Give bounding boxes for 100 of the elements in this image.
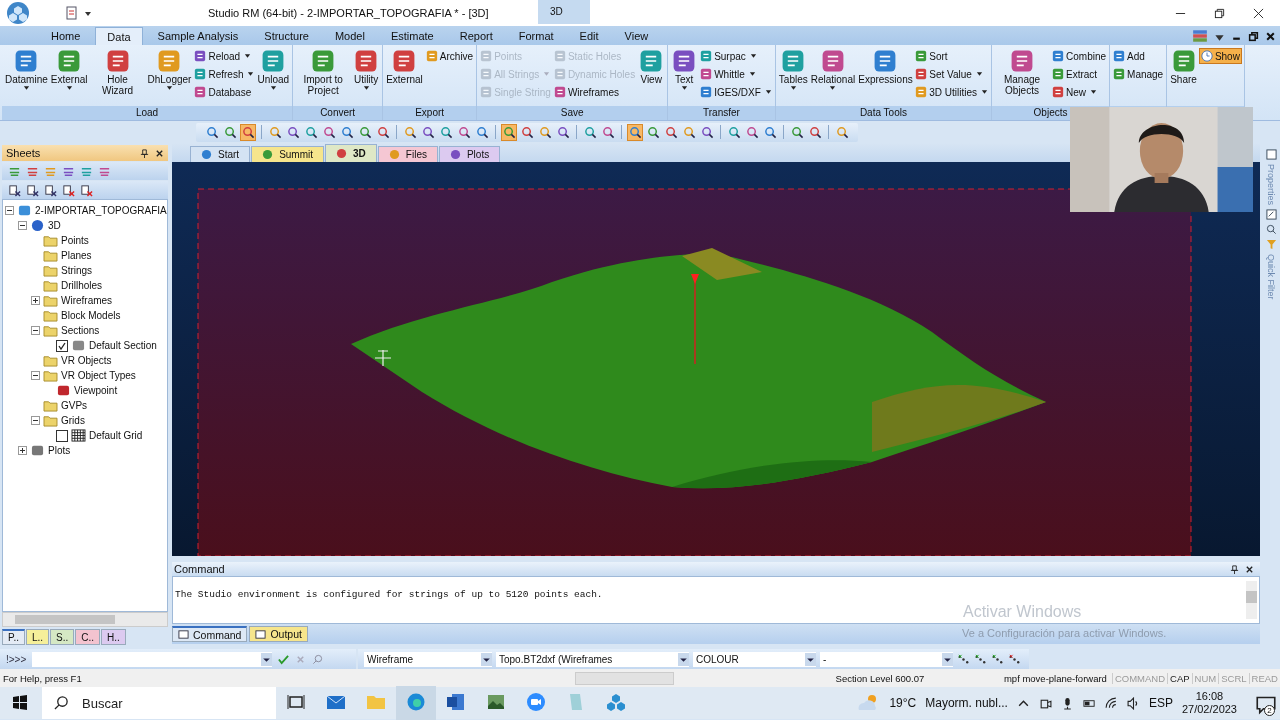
- language-indicator[interactable]: ESP: [1148, 696, 1173, 710]
- dropdown[interactable]: Wireframe: [364, 651, 492, 667]
- ribbon-button[interactable]: New: [1051, 84, 1108, 100]
- close-icon[interactable]: [1253, 7, 1264, 19]
- points-icon[interactable]: [991, 652, 1004, 666]
- tree-item[interactable]: Block Models: [61, 310, 121, 321]
- ribbon-button[interactable]: View: [637, 48, 666, 106]
- menu-tab[interactable]: Edit: [568, 27, 610, 45]
- ribbon-button[interactable]: Archive: [424, 48, 475, 64]
- command-input[interactable]: [32, 651, 273, 667]
- notification-icon[interactable]: [1254, 695, 1278, 715]
- toolbar-button[interactable]: [627, 123, 643, 141]
- weather-text[interactable]: Mayorm. nubl...: [925, 696, 1008, 710]
- ribbon-button[interactable]: External: [385, 48, 424, 106]
- app-logo-icon[interactable]: [6, 1, 30, 25]
- tool-icon[interactable]: [26, 183, 39, 197]
- search-field[interactable]: Buscar: [42, 687, 276, 719]
- panel-tab[interactable]: Output: [249, 626, 308, 642]
- search-icon[interactable]: [1265, 224, 1277, 236]
- ribbon-button[interactable]: IGES/DXF: [699, 84, 773, 100]
- ribbon-button[interactable]: Import to Project: [295, 48, 352, 106]
- books-icon[interactable]: [1192, 29, 1208, 43]
- tree-item[interactable]: Default Section: [89, 340, 157, 351]
- tool-icon[interactable]: [8, 183, 21, 197]
- tree-item[interactable]: GVPs: [61, 400, 88, 411]
- ribbon-button[interactable]: External: [49, 48, 89, 106]
- ribbon-button[interactable]: Sort: [914, 48, 989, 64]
- menu-tab[interactable]: Estimate: [379, 27, 445, 45]
- search-icon[interactable]: [312, 653, 324, 665]
- clock-date[interactable]: 27/02/2023: [1181, 703, 1237, 716]
- panel-tab[interactable]: C..: [75, 629, 101, 645]
- ribbon-button[interactable]: 3D Utilities: [914, 84, 989, 100]
- panel-tab[interactable]: H..: [101, 629, 126, 645]
- horizontal-scrollbar[interactable]: [2, 612, 168, 627]
- points-icon[interactable]: [957, 652, 970, 666]
- menu-tab[interactable]: Report: [448, 27, 504, 45]
- dropdown[interactable]: COLOUR: [693, 651, 816, 667]
- expand-icon[interactable]: [31, 296, 40, 305]
- collapse-icon[interactable]: [31, 371, 40, 380]
- tree-item[interactable]: Default Grid: [89, 430, 143, 441]
- dropdown[interactable]: Topo.BT2dxf (Wireframes: [496, 651, 689, 667]
- tree-item[interactable]: 3D: [48, 220, 61, 231]
- wifi-icon[interactable]: [1104, 696, 1118, 710]
- checkmark-icon[interactable]: [278, 653, 290, 665]
- ribbon-button[interactable]: Database: [193, 84, 256, 100]
- tree-item[interactable]: Planes: [61, 250, 92, 261]
- menu-tab[interactable]: Model: [323, 27, 376, 45]
- close-icon[interactable]: [1265, 30, 1276, 42]
- document-tab[interactable]: Plots: [438, 146, 501, 162]
- menu-tab[interactable]: Data: [95, 27, 143, 45]
- document-icon[interactable]: [66, 6, 78, 20]
- vertical-scrollbar[interactable]: [1246, 581, 1257, 619]
- toolbar-button[interactable]: [501, 123, 517, 141]
- ribbon-button[interactable]: Expressions: [857, 48, 914, 106]
- menu-tab[interactable]: Sample Analysis: [146, 27, 250, 45]
- ribbon-button[interactable]: Relational: [809, 48, 857, 106]
- properties-icon[interactable]: [1265, 149, 1277, 160]
- menu-tab[interactable]: Structure: [253, 27, 320, 45]
- menu-tab[interactable]: Home: [40, 27, 92, 45]
- temperature-text[interactable]: 19°C: [889, 696, 917, 710]
- tree-item[interactable]: VR Objects: [61, 355, 112, 366]
- ribbon-button[interactable]: Extract: [1051, 66, 1108, 82]
- ribbon-button[interactable]: Set Value: [914, 66, 989, 82]
- ribbon-button[interactable]: Text: [670, 48, 699, 106]
- tree-item[interactable]: 2-IMPORTAR_TOPOGRAFIA: [35, 205, 167, 216]
- tree-item[interactable]: Sections: [61, 325, 100, 336]
- panel-tab[interactable]: P..: [2, 629, 25, 645]
- points-icon[interactable]: [1008, 652, 1021, 666]
- speaker-icon[interactable]: [1126, 696, 1140, 710]
- document-tab[interactable]: Files: [377, 146, 438, 162]
- tree-item[interactable]: Strings: [61, 265, 93, 276]
- ribbon-button[interactable]: Whittle: [699, 66, 773, 82]
- ribbon-button[interactable]: Manage Objects: [994, 48, 1050, 106]
- menu-tab[interactable]: View: [613, 27, 660, 45]
- document-tab[interactable]: Start: [190, 146, 251, 162]
- ribbon-button[interactable]: Datamine: [4, 48, 49, 106]
- toolbar-button[interactable]: [240, 123, 256, 141]
- collapse-icon[interactable]: [5, 206, 14, 215]
- checkbox[interactable]: [56, 429, 68, 442]
- ribbon-button[interactable]: Hole Wizard: [89, 48, 146, 106]
- tree-item[interactable]: Wireframes: [61, 295, 113, 306]
- tree-item[interactable]: Plots: [48, 445, 71, 456]
- panel-tab[interactable]: Command: [172, 626, 248, 642]
- tree-item[interactable]: VR Object Types: [61, 370, 136, 381]
- ribbon-button[interactable]: Surpac: [699, 48, 773, 64]
- ribbon-button[interactable]: Manage: [1112, 66, 1165, 82]
- dropdown[interactable]: -: [820, 651, 953, 667]
- tool-icon[interactable]: [80, 183, 93, 197]
- ribbon-button[interactable]: Add: [1112, 48, 1165, 64]
- points-icon[interactable]: [974, 652, 987, 666]
- ribbon-button[interactable]: Wireframes: [552, 84, 637, 100]
- close-icon[interactable]: [155, 148, 164, 158]
- ribbon-button[interactable]: Utility: [352, 48, 381, 106]
- tree-item[interactable]: Grids: [61, 415, 85, 426]
- tool-icon[interactable]: [62, 183, 75, 197]
- restore-icon[interactable]: [1214, 7, 1225, 19]
- ribbon-button[interactable]: Share: [1169, 48, 1198, 106]
- pin-icon[interactable]: [1230, 564, 1239, 574]
- ribbon-button[interactable]: Reload: [193, 48, 256, 64]
- document-tab[interactable]: Summit: [251, 146, 325, 162]
